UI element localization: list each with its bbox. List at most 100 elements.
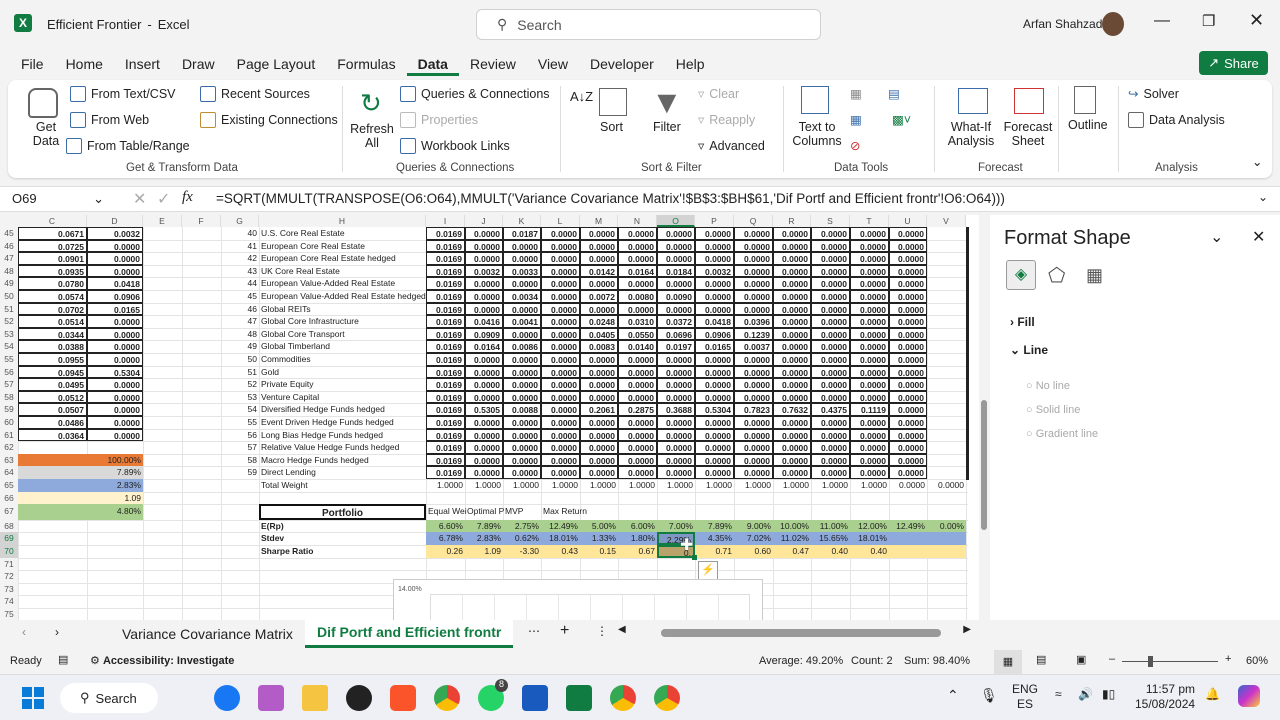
scroll-thumb[interactable] <box>661 629 941 637</box>
portfolio-weight-cell[interactable]: 0.0000 <box>734 277 773 290</box>
outline-button[interactable]: Outline <box>1068 118 1108 132</box>
portfolio-weight-cell[interactable]: 0.0072 <box>580 290 618 303</box>
portfolio-weight-cell[interactable]: 0.0000 <box>695 416 734 429</box>
filter-button[interactable]: Filter <box>653 120 681 134</box>
battery-icon[interactable]: ▮▯ <box>1102 687 1115 701</box>
expected-return-cell[interactable]: 0.0945 <box>18 365 87 379</box>
portfolio-weight-cell[interactable]: 0.0090 <box>657 290 695 303</box>
portfolio-weight-cell[interactable]: 0.0000 <box>850 365 889 379</box>
stdev-cell[interactable]: 6.78% <box>426 532 465 545</box>
text-to-columns-button[interactable]: Text to Columns <box>792 120 842 148</box>
portfolio-weight-cell[interactable]: 0.0034 <box>503 290 541 303</box>
zoom-level[interactable]: 60% <box>1246 655 1268 667</box>
close-pane-icon[interactable]: ✕ <box>1252 227 1265 247</box>
line-section[interactable]: ⌄ Line <box>1010 343 1048 357</box>
portfolio-weight-cell[interactable]: 0.0000 <box>541 353 580 366</box>
portfolio-weight-cell[interactable]: 0.0086 <box>503 340 541 353</box>
portfolio-weight-cell[interactable]: 0.0000 <box>657 453 695 467</box>
zoom-slider[interactable] <box>1122 656 1218 667</box>
portfolio-weight-cell[interactable]: 0.2061 <box>580 403 618 416</box>
asset-index-cell[interactable]: 41 <box>221 240 259 253</box>
asset-index-cell[interactable]: 48 <box>221 328 259 341</box>
row-header[interactable]: 46 <box>0 239 18 253</box>
portfolio-weight-cell[interactable]: 0.0000 <box>541 441 580 454</box>
portfolio-weight-cell[interactable]: 0.0000 <box>580 239 618 253</box>
erp-cell[interactable]: 11.00% <box>811 520 850 533</box>
portfolio-weight-cell[interactable]: 0.0000 <box>889 416 927 429</box>
portfolio-weight-cell[interactable]: 0.0000 <box>850 277 889 290</box>
weight-cell[interactable]: 0.0418 <box>87 277 143 290</box>
sharpe-cell[interactable]: 1.09 <box>465 545 503 558</box>
stdev-cell[interactable]: 15.65% <box>811 532 850 545</box>
share-button[interactable]: ↗ Share <box>1199 51 1268 75</box>
portfolio-weight-cell[interactable]: 0.0000 <box>695 466 734 479</box>
portfolio-weight-cell[interactable]: 0.0169 <box>426 227 465 240</box>
weight-cell[interactable]: 0.0000 <box>87 428 143 442</box>
portfolio-weight-cell[interactable]: 0.0000 <box>541 227 580 240</box>
portfolio-weight-cell[interactable]: 0.0000 <box>657 416 695 429</box>
row-header[interactable]: 58 <box>0 390 18 404</box>
add-sheet-icon[interactable]: + <box>560 622 569 640</box>
total-weight-cell[interactable]: 1.0000 <box>503 479 541 492</box>
scroll-right-icon[interactable]: ▶ <box>963 624 971 635</box>
erp-cell[interactable]: 7.89% <box>695 520 734 533</box>
formula-input[interactable]: =SQRT(MMULT(TRANSPOSE(O6:O64),MMULT('Var… <box>216 191 1005 206</box>
portfolio-weight-cell[interactable]: 0.0000 <box>889 239 927 253</box>
data-validation-icon[interactable]: ⊘ <box>850 138 860 153</box>
expected-return-cell[interactable]: 0.0574 <box>18 290 87 303</box>
sharpe-cell[interactable]: 0.26 <box>426 545 465 558</box>
portfolio-weight-cell[interactable]: 0.0000 <box>618 428 657 442</box>
portfolio-weight-cell[interactable]: 0.0037 <box>734 340 773 353</box>
flash-fill-icon[interactable]: ▦ <box>850 86 862 101</box>
portfolio-weight-cell[interactable]: 0.0000 <box>541 290 580 303</box>
portfolio-weight-cell[interactable]: 0.0000 <box>580 416 618 429</box>
asset-index-cell[interactable]: 44 <box>221 277 259 290</box>
column-header-Q[interactable]: Q <box>734 215 773 227</box>
portfolio-weight-cell[interactable]: 0.0000 <box>503 252 541 265</box>
portfolio-weight-cell[interactable]: 0.0000 <box>695 428 734 442</box>
portfolio-weight-cell[interactable]: 0.0000 <box>503 466 541 479</box>
portfolio-weight-cell[interactable]: 0.0000 <box>541 340 580 353</box>
portfolio-weight-cell[interactable]: 0.0000 <box>811 239 850 253</box>
portfolio-weight-cell[interactable]: 0.0000 <box>695 453 734 467</box>
portfolio-weight-cell[interactable]: 0.0000 <box>657 353 695 366</box>
portfolio-weight-cell[interactable]: 0.3688 <box>657 403 695 416</box>
row-header[interactable]: 62 <box>0 441 18 454</box>
portfolio-weight-cell[interactable]: 0.0000 <box>695 277 734 290</box>
sharpe-cell[interactable]: 0.71 <box>695 545 734 558</box>
row-header[interactable]: 72 <box>0 570 18 583</box>
asset-name-cell[interactable]: Commodities <box>259 353 426 366</box>
portfolio-weight-cell[interactable]: 0.0000 <box>773 252 811 265</box>
portfolio-weight-cell[interactable]: 0.0000 <box>503 390 541 404</box>
portfolio-weight-cell[interactable]: 0.0000 <box>503 353 541 366</box>
portfolio-weight-cell[interactable]: 0.0000 <box>889 264 927 278</box>
excel-taskbar-icon[interactable] <box>566 685 592 711</box>
weight-cell[interactable]: 0.0000 <box>87 264 143 278</box>
portfolio-weight-cell[interactable]: 0.0696 <box>657 327 695 341</box>
restore-icon[interactable]: ❐ <box>1202 12 1215 30</box>
page-layout-view-icon[interactable]: ▤ <box>1036 653 1046 666</box>
portfolio-weight-cell[interactable]: 0.0000 <box>734 428 773 442</box>
asset-index-cell[interactable]: 56 <box>221 429 259 442</box>
notification-bell-icon[interactable]: 🔔 <box>1205 687 1220 701</box>
quick-analysis-icon[interactable]: ⚡ <box>698 560 718 580</box>
portfolio-weight-cell[interactable]: 0.0000 <box>657 428 695 442</box>
worksheet-grid[interactable]: C D E F G H I J K L M N O P Q R S T U V 45 46 47 48 49 50 51 52 53 54… <box>0 215 980 620</box>
portfolio-weight-cell[interactable]: 0.0169 <box>426 416 465 429</box>
portfolio-weight-cell[interactable]: 0.0000 <box>618 453 657 467</box>
expected-return-cell[interactable]: 0.0512 <box>18 390 87 404</box>
portfolio-column-header[interactable]: MVP <box>503 504 541 520</box>
portfolio-weight-cell[interactable]: 0.0000 <box>580 466 618 479</box>
asset-index-cell[interactable]: 46 <box>221 303 259 316</box>
total-weight-label[interactable]: Total Weight <box>259 479 426 492</box>
row-header[interactable]: 67 <box>0 504 18 520</box>
portfolio-weight-cell[interactable]: 0.0000 <box>657 227 695 240</box>
existing-connections-button[interactable]: Existing Connections <box>200 112 338 128</box>
sharpe-cell[interactable]: 0.40 <box>811 545 850 558</box>
app-icon[interactable] <box>346 685 372 711</box>
asset-name-cell[interactable]: European Value-Added Real Estate <box>259 277 426 290</box>
portfolio-weight-cell[interactable]: 0.0000 <box>889 340 927 353</box>
from-text-csv-button[interactable]: From Text/CSV <box>70 86 176 102</box>
portfolio-weight-cell[interactable]: 0.0080 <box>618 290 657 303</box>
portfolio-weight-cell[interactable]: 0.0169 <box>426 453 465 467</box>
